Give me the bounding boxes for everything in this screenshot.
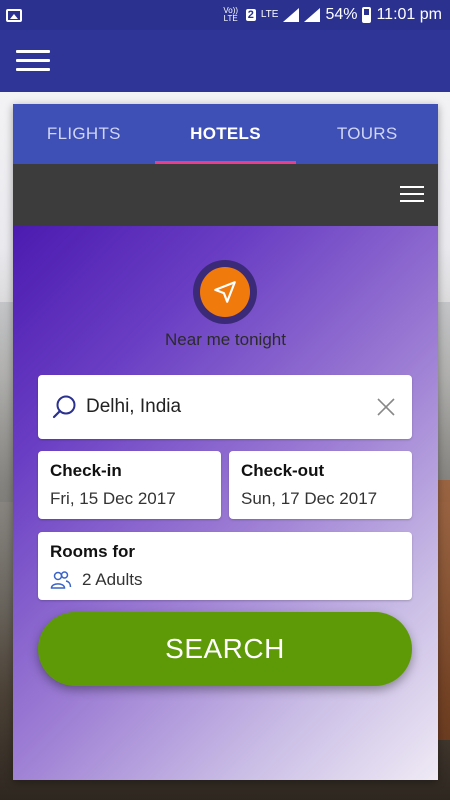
battery-icon <box>362 7 372 23</box>
app-bar <box>0 30 450 92</box>
status-bar: Vo)) LTE 2 LTE 54% 11:01 pm <box>0 0 450 30</box>
sim-indicator: 2 <box>245 9 256 21</box>
tab-bar: FLIGHTS HOTELS TOURS <box>13 104 438 164</box>
tab-flights[interactable]: FLIGHTS <box>13 104 155 164</box>
clock: 11:01 pm <box>376 6 442 23</box>
battery-percent: 54% <box>325 6 358 23</box>
hamburger-icon[interactable] <box>16 50 50 72</box>
near-me-label: Near me tonight <box>165 330 286 349</box>
close-icon[interactable] <box>376 397 396 417</box>
sub-toolbar <box>13 164 438 226</box>
search-icon <box>52 395 76 419</box>
destination-value: Delhi, India <box>86 396 182 417</box>
destination-input[interactable]: Delhi, India <box>38 375 412 439</box>
checkout-title: Check-out <box>241 461 325 480</box>
menu-icon[interactable] <box>400 186 424 204</box>
signal-icon-2 <box>304 8 321 22</box>
checkin-value: Fri, 15 Dec 2017 <box>50 489 176 508</box>
signal-icon <box>283 8 300 22</box>
tab-tours[interactable]: TOURS <box>296 104 438 164</box>
near-me-button[interactable] <box>193 260 257 324</box>
people-icon <box>50 571 72 589</box>
rooms-title: Rooms for <box>50 542 135 561</box>
checkout-value: Sun, 17 Dec 2017 <box>241 489 378 508</box>
navigation-arrow-icon <box>214 281 236 303</box>
checkout-field[interactable]: Check-out Sun, 17 Dec 2017 <box>229 451 412 519</box>
booking-card: FLIGHTS HOTELS TOURS Near me tonight Del… <box>13 104 438 780</box>
image-icon <box>6 8 22 22</box>
search-button[interactable]: SEARCH <box>38 612 412 686</box>
tab-hotels[interactable]: HOTELS <box>154 104 297 164</box>
hotel-search-panel: Near me tonight Delhi, India Check-in Fr… <box>13 226 438 780</box>
rooms-field[interactable]: Rooms for 2 Adults <box>38 532 412 600</box>
rooms-value: 2 Adults <box>82 570 143 589</box>
checkin-title: Check-in <box>50 461 122 480</box>
lte-indicator: LTE <box>260 9 279 20</box>
volte-indicator: Vo)) LTE <box>223 6 239 23</box>
checkin-field[interactable]: Check-in Fri, 15 Dec 2017 <box>38 451 221 519</box>
